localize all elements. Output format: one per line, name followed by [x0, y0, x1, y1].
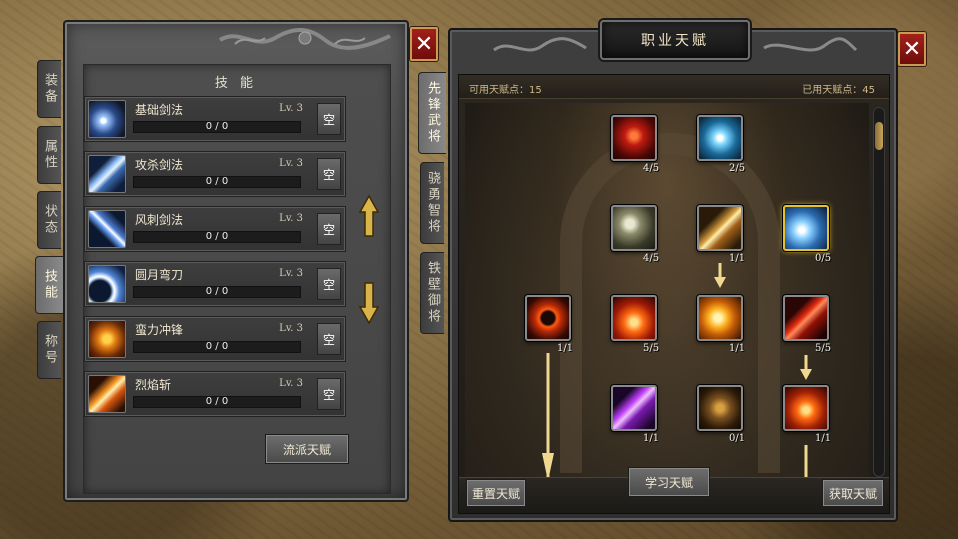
- prerequisite-arrow-icon: [804, 445, 808, 479]
- fire-ring-icon[interactable]: [525, 295, 571, 341]
- skill-row[interactable]: 风刺剑法 Lv. 3 0 / 0 空: [84, 206, 346, 252]
- close-icon: ✕: [414, 31, 434, 57]
- talent-count: 1/1: [729, 343, 746, 354]
- flame-slash-icon: [88, 375, 126, 413]
- skill-level: Lv. 3: [279, 158, 303, 169]
- skill-progress-text: 0 / 0: [205, 286, 229, 297]
- skill-name: 风刺剑法: [135, 213, 184, 227]
- talent-count: 0/1: [729, 433, 746, 444]
- talent-count: 2/5: [729, 163, 746, 174]
- talent-points-header: 可用天赋点：15 已用天赋点：45: [459, 75, 889, 99]
- prerequisite-long-arrow-icon: [542, 353, 554, 479]
- skill-hotkey-slot[interactable]: 空: [317, 213, 341, 245]
- talent-count: 0/5: [815, 253, 832, 264]
- tab-titles[interactable]: 称号: [37, 321, 61, 379]
- talent-count: 1/1: [729, 253, 746, 264]
- skill-name: 攻杀剑法: [135, 158, 184, 172]
- scroll-up-arrow-icon[interactable]: [358, 194, 380, 238]
- sword-slash-icon: [88, 100, 126, 138]
- skill-hotkey-slot[interactable]: 空: [317, 268, 341, 300]
- skill-progress-text: 0 / 0: [205, 231, 229, 242]
- charge-icon: [88, 320, 126, 358]
- dragon-ornament-left-icon: [493, 37, 587, 52]
- talent-count: 5/5: [643, 343, 660, 354]
- skill-name: 圆月弯刀: [135, 268, 184, 282]
- crescent-blade-icon: [88, 265, 126, 303]
- tab-iron-wall-general[interactable]: 铁壁御将: [420, 252, 444, 334]
- school-talent-button[interactable]: 流派天赋: [265, 434, 349, 464]
- inferno-fist-icon[interactable]: [783, 385, 829, 431]
- tab-skills[interactable]: 技能: [35, 256, 63, 314]
- available-points: 可用天赋点：15: [469, 85, 542, 96]
- talent-count: 5/5: [815, 343, 832, 354]
- talent-count: 1/1: [643, 433, 660, 444]
- skill-row[interactable]: 攻杀剑法 Lv. 3 0 / 0 空: [84, 151, 346, 197]
- purple-shadow-icon[interactable]: [611, 385, 657, 431]
- skill-level: Lv. 3: [279, 213, 303, 224]
- talent-panel: 职业天赋 可用天赋点：15 已用天赋点：45 4/5 2/5 4/5 1/1 0…: [448, 20, 898, 522]
- skills-panel-title: 技 能: [214, 76, 258, 91]
- blood-blade-icon[interactable]: [783, 295, 829, 341]
- talent-count: 4/5: [643, 163, 660, 174]
- rage-warrior-icon[interactable]: [611, 115, 657, 161]
- skill-name: 基础剑法: [135, 103, 184, 117]
- skill-progress-text: 0 / 0: [205, 176, 229, 187]
- talent-count: 1/1: [557, 343, 574, 354]
- wind-thrust-icon: [88, 210, 126, 248]
- talent-count: 4/5: [643, 253, 660, 264]
- close-icon: ✕: [902, 36, 922, 62]
- scrollbar-thumb[interactable]: [875, 122, 883, 150]
- tab-status[interactable]: 状态: [37, 191, 61, 249]
- skills-close-button[interactable]: ✕: [410, 27, 438, 61]
- skill-hotkey-slot[interactable]: 空: [317, 158, 341, 190]
- ice-crystal-icon[interactable]: [697, 115, 743, 161]
- whirlwind-axe-icon[interactable]: [611, 205, 657, 251]
- skill-level: Lv. 3: [279, 323, 303, 334]
- skill-level: Lv. 3: [279, 378, 303, 389]
- skill-hotkey-slot[interactable]: 空: [317, 378, 341, 410]
- skill-row[interactable]: 圆月弯刀 Lv. 3 0 / 0 空: [84, 261, 346, 307]
- flame-burst-icon[interactable]: [611, 295, 657, 341]
- tab-vanguard-general[interactable]: 先锋武将: [418, 72, 446, 154]
- talent-tree-frame: 可用天赋点：15 已用天赋点：45 4/5 2/5 4/5 1/1 0/5 1/…: [458, 74, 890, 514]
- skill-row[interactable]: 蛮力冲锋 Lv. 3 0 / 0 空: [84, 316, 346, 362]
- tab-equipment[interactable]: 装备: [37, 60, 61, 118]
- skill-level: Lv. 3: [279, 268, 303, 279]
- skill-progress-text: 0 / 0: [205, 121, 229, 132]
- talent-tree: 4/5 2/5 4/5 1/1 0/5 1/1 5/5 1/1 5/5 1/1 …: [465, 103, 869, 479]
- dragon-ornament-icon: [218, 28, 391, 50]
- skill-row[interactable]: 烈焰斩 Lv. 3 0 / 0 空: [84, 371, 346, 417]
- skill-name: 烈焰斩: [135, 378, 172, 392]
- skill-row[interactable]: 基础剑法 Lv. 3 0 / 0 空: [84, 96, 346, 142]
- prerequisite-arrow-icon: [714, 263, 726, 288]
- talent-scrollbar[interactable]: [873, 107, 885, 477]
- talent-panel-title: 职业天赋: [600, 20, 750, 60]
- blade-strike-icon: [88, 155, 126, 193]
- stone-arch-decoration: [560, 133, 780, 473]
- tab-attributes[interactable]: 属性: [37, 126, 61, 184]
- dragon-ornament-right-icon: [763, 37, 858, 52]
- skill-name: 蛮力冲锋: [135, 323, 184, 337]
- skill-hotkey-slot[interactable]: 空: [317, 323, 341, 355]
- obtain-talent-button[interactable]: 获取天赋: [822, 479, 884, 507]
- frost-blade-icon[interactable]: [783, 205, 829, 251]
- used-points: 已用天赋点：45: [802, 85, 875, 96]
- prerequisite-arrow-icon: [800, 355, 812, 380]
- skill-hotkey-slot[interactable]: 空: [317, 103, 341, 135]
- tab-brave-strategist[interactable]: 骁勇智将: [420, 162, 444, 244]
- talent-close-button[interactable]: ✕: [898, 32, 926, 66]
- running-warrior-icon[interactable]: [697, 385, 743, 431]
- reset-talent-button[interactable]: 重置天赋: [466, 479, 526, 507]
- fire-wheel-icon[interactable]: [697, 295, 743, 341]
- skill-progress-text: 0 / 0: [205, 341, 229, 352]
- scroll-down-arrow-icon[interactable]: [358, 281, 380, 325]
- golden-slash-icon[interactable]: [697, 205, 743, 251]
- learn-talent-button[interactable]: 学习天赋: [628, 467, 710, 497]
- skill-progress-text: 0 / 0: [205, 396, 229, 407]
- talent-count: 1/1: [815, 433, 832, 444]
- skill-level: Lv. 3: [279, 103, 303, 114]
